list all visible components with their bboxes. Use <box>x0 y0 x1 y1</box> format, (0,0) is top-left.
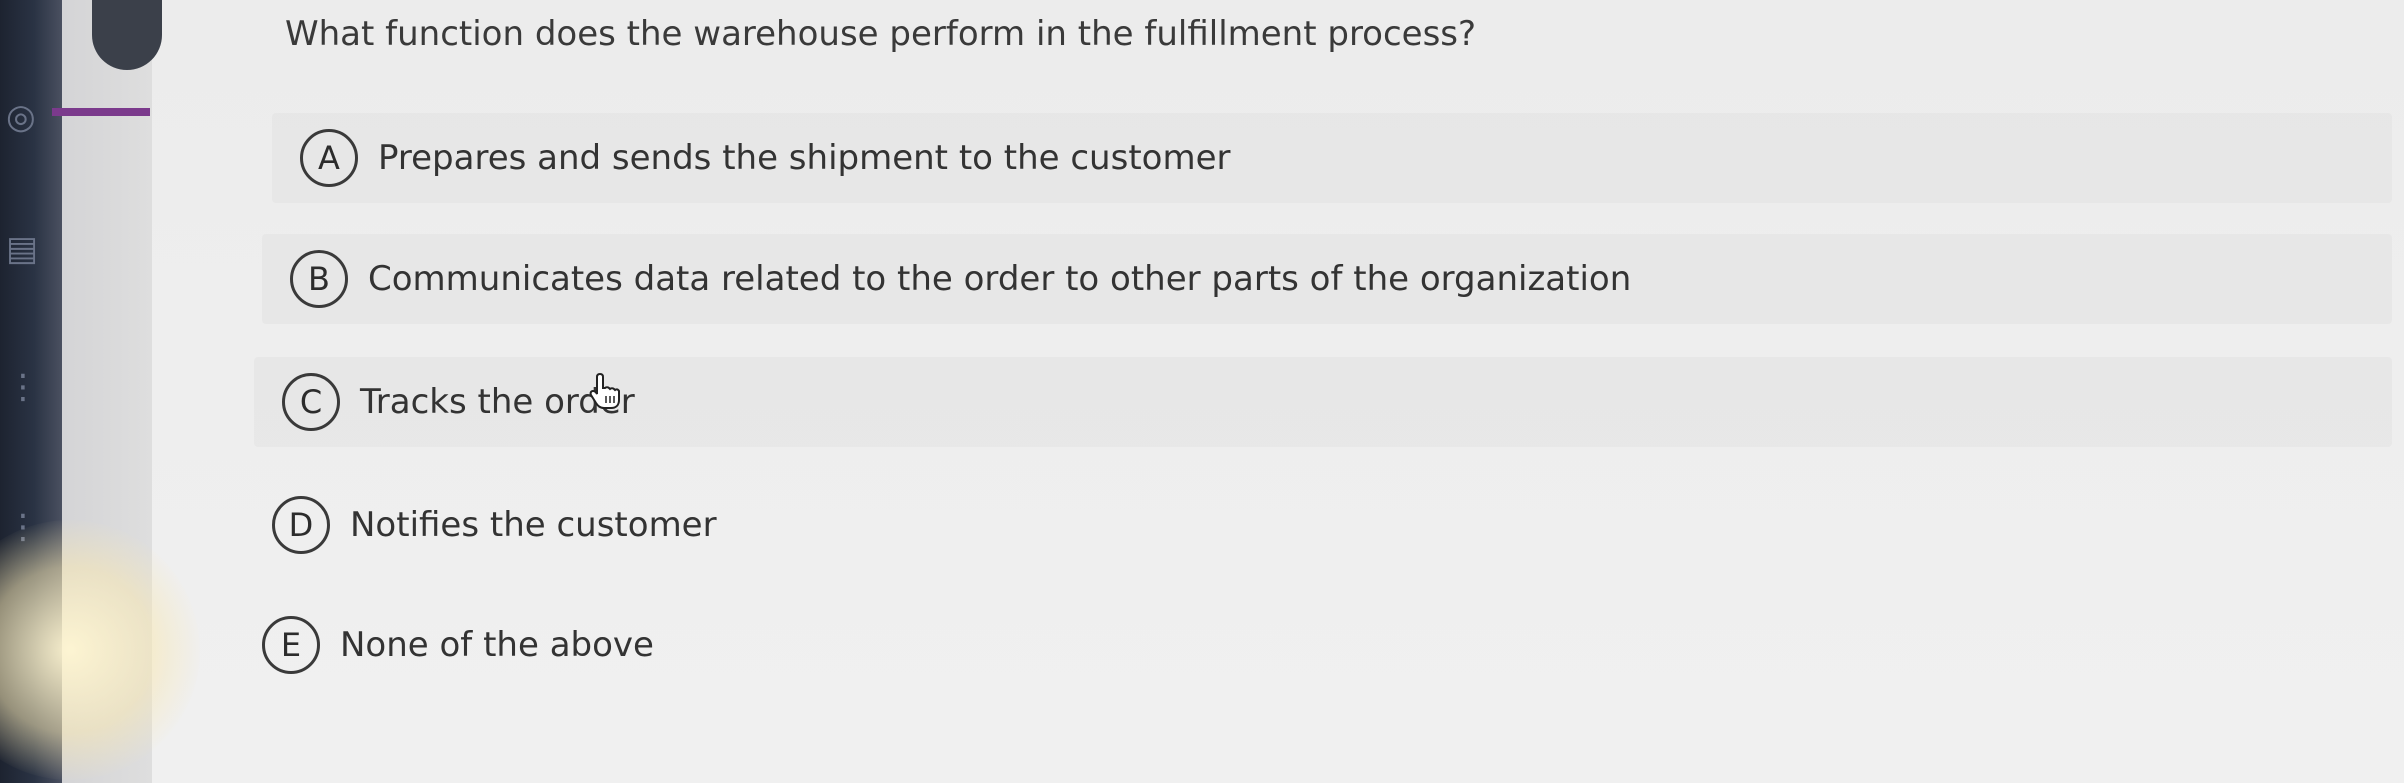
option-text-a[interactable]: Prepares and sends the shipment to the c… <box>378 138 1230 178</box>
option-text-e[interactable]: None of the above <box>340 625 654 665</box>
globe-icon[interactable]: ◎ <box>6 100 36 134</box>
option-e[interactable]: E None of the above <box>234 600 2392 690</box>
option-b[interactable]: B Communicates data related to the order… <box>262 234 2392 324</box>
option-text-b[interactable]: Communicates data related to the order t… <box>368 259 1631 299</box>
menu-icon[interactable]: ⋮ <box>6 370 40 404</box>
option-letter-e[interactable]: E <box>262 616 320 674</box>
option-a[interactable]: A Prepares and sends the shipment to the… <box>272 113 2392 203</box>
option-text-d[interactable]: Notifies the customer <box>350 505 717 545</box>
question-text: What function does the warehouse perform… <box>285 14 1477 54</box>
option-d[interactable]: D Notifies the customer <box>244 480 2392 570</box>
screen: ◎ ▤ ⋮ ⋮ What function does the warehouse… <box>0 0 2404 783</box>
option-c[interactable]: C Tracks the order <box>254 357 2392 447</box>
option-letter-b[interactable]: B <box>290 250 348 308</box>
question-panel: What function does the warehouse perform… <box>150 0 2404 783</box>
hand-pointer-icon <box>589 372 620 409</box>
document-icon[interactable]: ▤ <box>6 232 38 266</box>
option-letter-c[interactable]: C <box>282 373 340 431</box>
option-letter-a[interactable]: A <box>300 129 358 187</box>
option-letter-d[interactable]: D <box>272 496 330 554</box>
active-tab-indicator <box>52 108 150 116</box>
